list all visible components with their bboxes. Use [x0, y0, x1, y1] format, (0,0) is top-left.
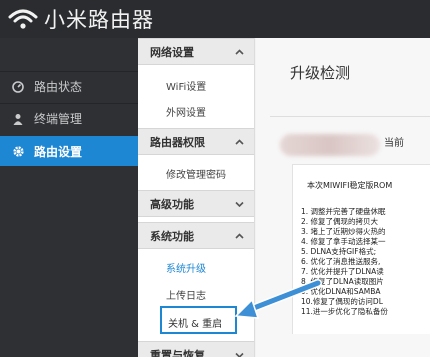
nav-item-label: 终端管理	[34, 112, 83, 126]
settings-submenu: 网络设置 WiFi设置 外网设置 路由器权限 修改管理密码 高级功能 系统功能 …	[138, 38, 255, 357]
submenu-item-system-upgrade[interactable]: 系统升级	[166, 260, 206, 275]
group-system-functions[interactable]: 系统功能	[138, 222, 254, 249]
page-title: 升级检测	[290, 64, 351, 82]
release-notes-heading: 本次MIWIFI稳定版ROM	[307, 181, 393, 190]
list-item: 8. 修复了DLNA读取图片	[301, 277, 384, 286]
release-notes-list: 1. 调整并完善了硬盘休眠 2. 修复了偶现的拷贝大 3. 堵上了近期炒得火热的…	[301, 207, 388, 317]
nav-item-router-status[interactable]: 路由状态	[0, 71, 138, 101]
chevron-up-icon	[235, 48, 244, 55]
group-label: 系统功能	[150, 229, 194, 243]
group-label: 重置与恢复	[150, 348, 205, 357]
list-item: 11.进一步优化了隐私备份	[301, 307, 388, 316]
list-item: 9. 优化DLNA和SAMBA	[301, 287, 381, 296]
user-icon	[11, 112, 25, 126]
submenu-item-upload-logs[interactable]: 上传日志	[166, 287, 206, 302]
chevron-down-icon	[235, 201, 244, 207]
list-item: 3. 堵上了近期炒得火热的	[301, 227, 386, 236]
submenu-item-change-admin-password[interactable]: 修改管理密码	[166, 166, 226, 181]
chevron-down-icon	[235, 352, 244, 357]
chevron-up-icon	[235, 138, 244, 145]
submenu-item-wan-settings[interactable]: 外网设置	[166, 104, 206, 119]
shutdown-restart-highlight[interactable]: 关机 & 重启	[160, 306, 237, 334]
nav-item-router-settings[interactable]: 路由设置	[0, 136, 146, 166]
submenu-item-shutdown-restart[interactable]: 关机 & 重启	[168, 315, 222, 330]
list-item: 4. 修复了拿手动选择某一	[301, 237, 386, 246]
main-panel: 升级检测 当前 本次MIWIFI稳定版ROM 1. 调整并完善了硬盘休眠 2. …	[256, 38, 430, 357]
nav-item-label: 路由设置	[34, 144, 83, 159]
group-label: 路由器权限	[150, 135, 205, 149]
divider	[270, 116, 430, 117]
group-advanced-features[interactable]: 高级功能	[138, 190, 254, 217]
list-item: 5. DLNA支持GIF格式;	[301, 247, 377, 256]
group-network-settings[interactable]: 网络设置	[138, 38, 254, 65]
group-reset-restore[interactable]: 重置与恢复	[138, 341, 254, 357]
redacted-version-text	[280, 134, 380, 156]
list-item: 1. 调整并完善了硬盘休眠	[301, 207, 386, 216]
group-label: 高级功能	[150, 197, 194, 211]
nav-item-label: 路由状态	[34, 80, 83, 94]
list-item: 10.修复了偶现的访问DL	[301, 297, 383, 306]
release-notes-panel: 本次MIWIFI稳定版ROM 1. 调整并完善了硬盘休眠 2. 修复了偶现的拷贝…	[292, 164, 430, 334]
top-bar: 小米路由器	[0, 0, 430, 38]
current-version-label: 当前	[384, 138, 404, 149]
submenu-item-wifi-settings[interactable]: WiFi设置	[166, 78, 206, 93]
main-sidebar: 路由状态 终端管理 路由设置	[0, 38, 146, 357]
list-item: 2. 修复了偶现的拷贝大	[301, 217, 379, 226]
list-item: 6. 优化了消息推送服务,	[301, 257, 381, 266]
chevron-up-icon	[235, 232, 244, 239]
brand-title: 小米路由器	[44, 8, 154, 32]
gauge-icon	[11, 80, 25, 94]
list-item: 7. 优化并提升了DLNA读	[301, 267, 384, 276]
group-label: 网络设置	[150, 45, 194, 59]
wifi-icon	[8, 9, 38, 29]
nav-item-device-management[interactable]: 终端管理	[0, 103, 138, 133]
group-router-permissions[interactable]: 路由器权限	[138, 128, 254, 155]
gear-icon	[11, 144, 25, 158]
